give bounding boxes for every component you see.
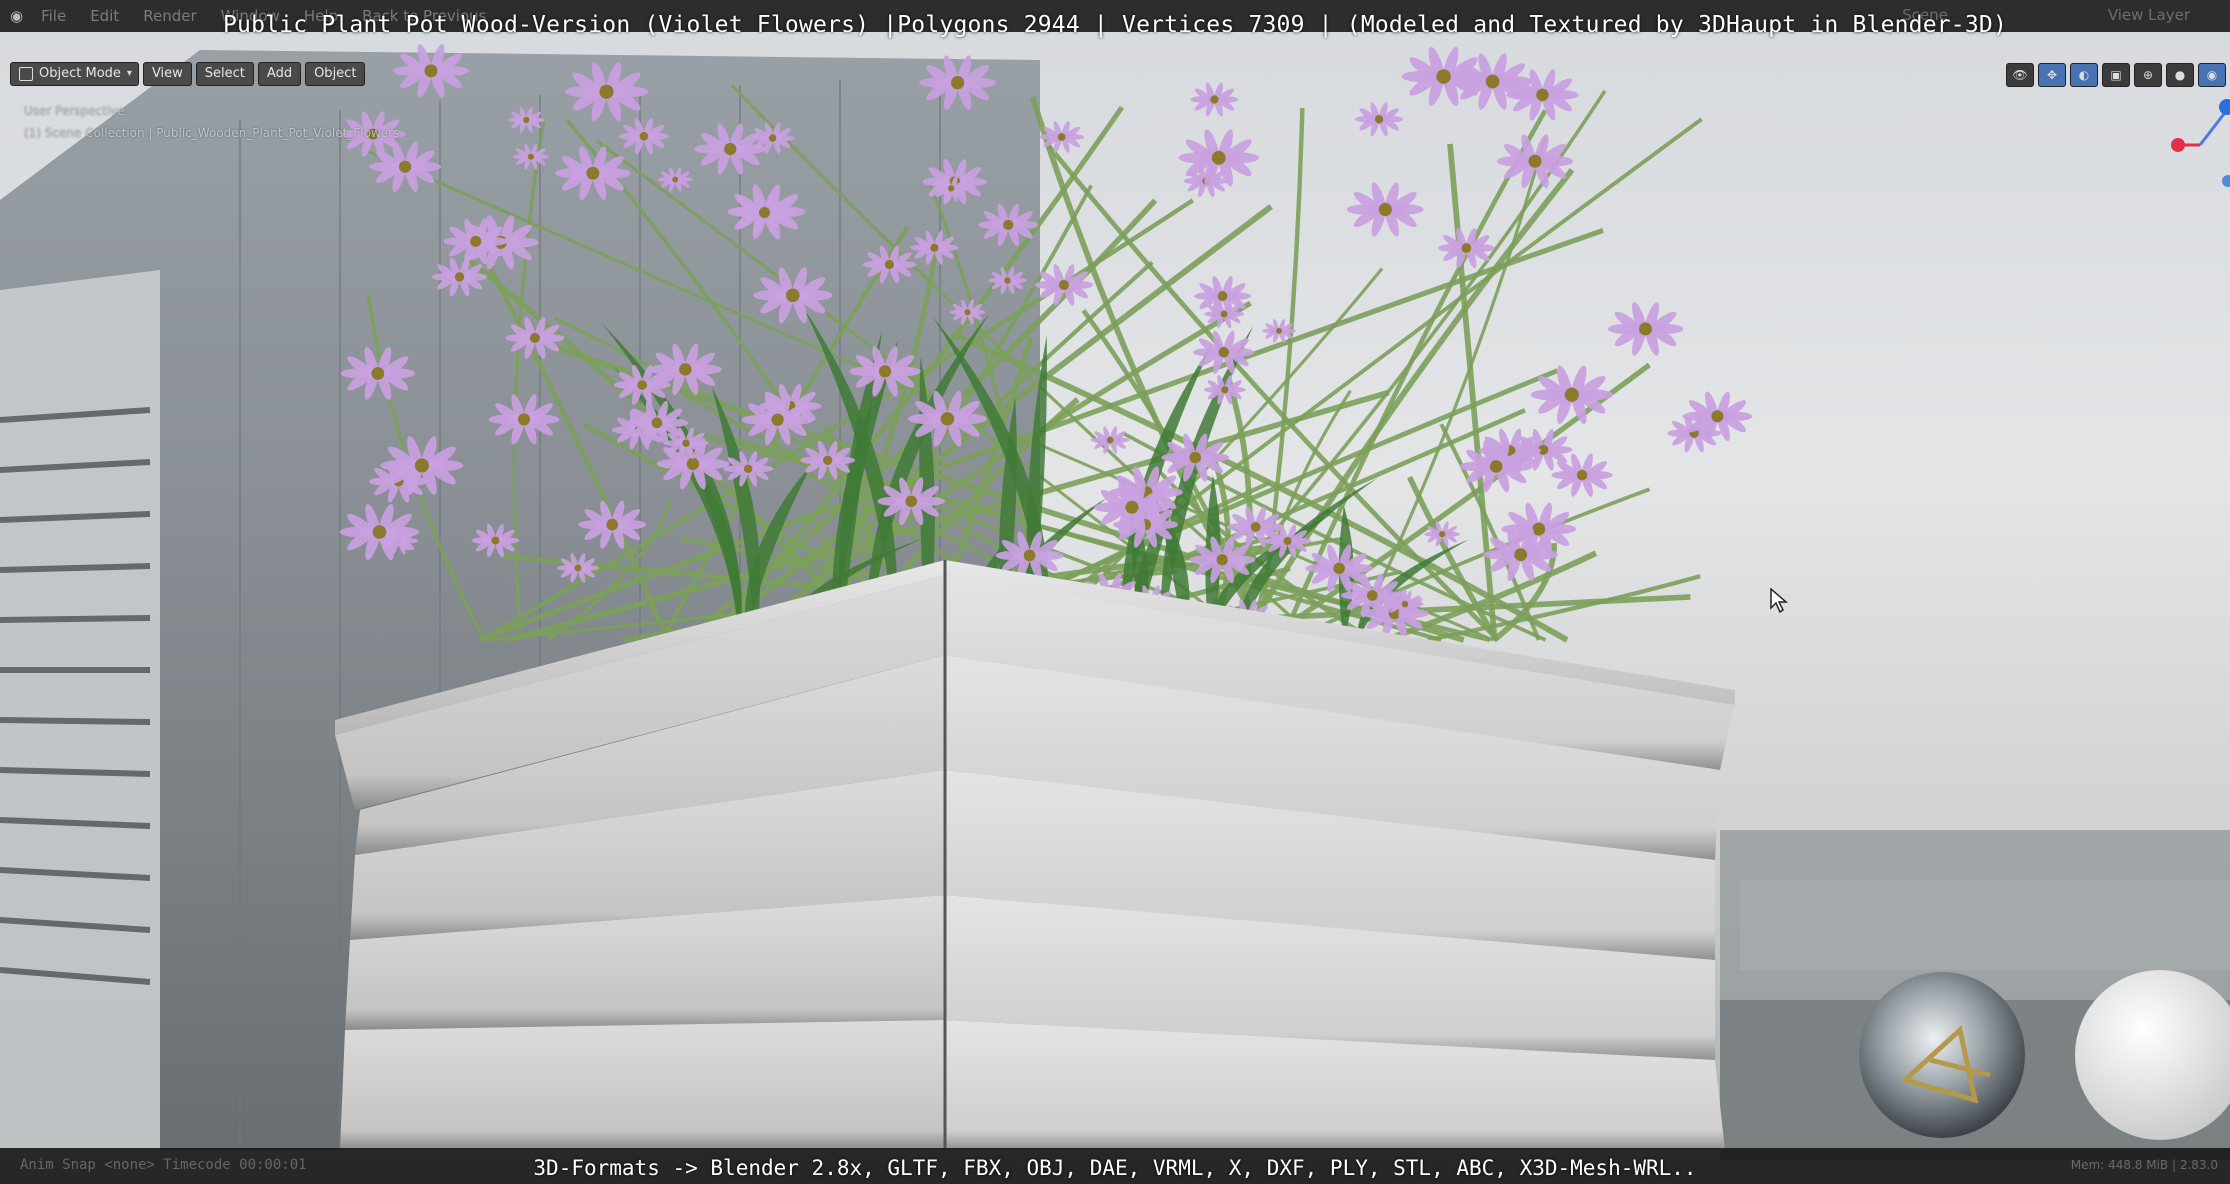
- flower-blossom: [1607, 302, 1684, 356]
- wireframe-shading-icon[interactable]: ⊕: [2134, 63, 2162, 87]
- viewport-shading-icon[interactable]: ◉: [2198, 63, 2226, 87]
- flower-blossom: [1039, 121, 1085, 153]
- visibility-icon[interactable]: 👁: [2006, 63, 2034, 87]
- flower-blossom: [1193, 330, 1255, 374]
- flower-blossom: [1530, 365, 1613, 424]
- add-menu[interactable]: Add: [257, 62, 302, 86]
- navigation-gizmo-icon[interactable]: [2170, 95, 2230, 195]
- perspective-label: User Perspective: [24, 104, 125, 118]
- overlay-toggle-icon[interactable]: ◐: [2070, 63, 2098, 87]
- overlay-formats: 3D-Formats -> Blender 2.8x, GLTF, FBX, O…: [533, 1156, 1697, 1180]
- solid-shading-icon[interactable]: ●: [2166, 63, 2194, 87]
- 3d-viewport[interactable]: [0, 0, 2230, 1184]
- flower-stem: [1239, 168, 1575, 642]
- collection-label: (1) Scene Collection | Public_Wooden_Pla…: [24, 126, 400, 140]
- viewport-render: [0, 44, 2230, 1160]
- flower-blossom: [1346, 182, 1424, 237]
- object-mode-label: Object Mode: [39, 66, 121, 81]
- viewport-header: Object Mode ▾ View Select Add Object 👁 ✥…: [0, 58, 2230, 90]
- blender-window: ◉ File Edit Render Window Help Back to P…: [0, 0, 2230, 1184]
- chevron-down-icon: ▾: [126, 68, 132, 79]
- viewport-shading-controls: 👁 ✥ ◐ ▣ ⊕ ● ◉: [2006, 63, 2226, 87]
- cursor-icon: [1770, 587, 1789, 618]
- view-menu[interactable]: View: [142, 62, 192, 86]
- overlay-title: Public Plant Pot Wood-Version (Violet Fl…: [223, 12, 2007, 38]
- object-mode-dropdown[interactable]: Object Mode ▾: [10, 62, 139, 86]
- object-menu[interactable]: Object: [305, 62, 366, 86]
- object-mode-icon: [19, 67, 33, 81]
- xray-icon[interactable]: ▣: [2102, 63, 2130, 87]
- chrome-sphere-preview: [1859, 972, 2025, 1138]
- flower-blossom: [1355, 102, 1404, 137]
- gizmo-toggle-icon[interactable]: ✥: [2038, 63, 2066, 87]
- viewport-info: User Perspective (1) Scene Collection | …: [24, 100, 399, 144]
- select-menu[interactable]: Select: [195, 62, 254, 86]
